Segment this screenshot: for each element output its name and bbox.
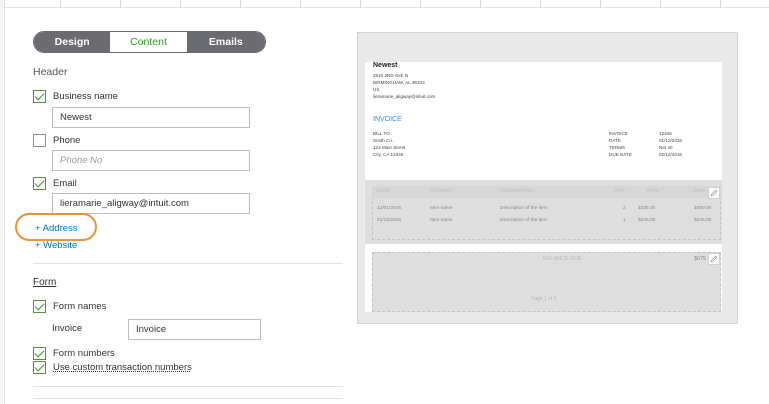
section-divider bbox=[33, 263, 343, 264]
table-cell: Description of the item bbox=[500, 218, 548, 223]
form-names-label: Form names bbox=[53, 301, 107, 312]
add-address-link[interactable]: + Address bbox=[35, 223, 78, 234]
tab-design[interactable]: Design bbox=[34, 32, 111, 52]
email-checkbox[interactable] bbox=[33, 177, 46, 190]
invoice-name-input[interactable]: Invoice bbox=[128, 319, 261, 340]
table-cell: $225.00 bbox=[638, 206, 656, 211]
table-cell: $450.00 bbox=[694, 206, 712, 211]
balance-due-value: $675 bbox=[694, 256, 707, 262]
edit-footer-pencil-icon[interactable] bbox=[708, 253, 720, 265]
custom-numbers-checkbox[interactable] bbox=[33, 361, 46, 374]
preview-table-header-row bbox=[372, 186, 721, 198]
balance-due-label: BALANCE DUE bbox=[543, 256, 582, 262]
preview-company-name: Newest bbox=[373, 62, 398, 69]
table-cell: Description of the item bbox=[500, 206, 548, 211]
page-number-label: Page 1 of 1 bbox=[531, 296, 557, 302]
phone-label: Phone bbox=[53, 135, 81, 146]
customize-tabs: Design Content Emails bbox=[33, 31, 266, 53]
next-section-edge bbox=[33, 398, 343, 399]
custom-numbers-label: Use custom transaction numbers bbox=[53, 362, 192, 373]
add-website-link[interactable]: + Website bbox=[35, 240, 77, 251]
table-header-amount: AMO bbox=[693, 189, 704, 194]
preview-bill-to-city: City, CA 12345 bbox=[373, 152, 404, 157]
form-numbers-checkbox[interactable] bbox=[33, 347, 46, 360]
phone-checkbox[interactable] bbox=[33, 134, 46, 147]
form-section-title: Form bbox=[33, 277, 57, 288]
form-names-checkbox[interactable] bbox=[33, 300, 46, 313]
table-cell: Item name bbox=[430, 218, 453, 223]
business-name-label: Business name bbox=[53, 91, 118, 102]
table-cell: 2 bbox=[623, 206, 626, 211]
email-label: Email bbox=[53, 178, 77, 189]
table-cell: $225.00 bbox=[638, 218, 656, 223]
left-panel-edge bbox=[0, 0, 5, 404]
preview-address-line-4: lieramarie_aligway@intuit.com bbox=[373, 94, 436, 99]
preview-meta-label: DUE DATE bbox=[609, 152, 632, 157]
invoice-label: Invoice bbox=[52, 323, 83, 334]
form-numbers-label: Form numbers bbox=[53, 348, 115, 359]
table-header-rate: RATE bbox=[647, 189, 660, 194]
tab-content[interactable]: Content bbox=[110, 32, 187, 52]
preview-meta-value: 02/12/2016 bbox=[659, 152, 682, 157]
tab-emails[interactable]: Emails bbox=[186, 32, 265, 52]
business-name-checkbox[interactable] bbox=[33, 90, 46, 103]
preview-doc-title: INVOICE bbox=[373, 116, 402, 123]
section-divider-bottom bbox=[33, 386, 343, 387]
table-cell: 12/01/2016 bbox=[377, 206, 402, 211]
top-ruler bbox=[0, 0, 769, 8]
table-cell: 01/12/2016 bbox=[377, 218, 402, 223]
table-header-qty: QTY bbox=[615, 189, 625, 194]
table-cell: Item name bbox=[430, 206, 453, 211]
phone-input[interactable]: Phone No bbox=[52, 150, 250, 171]
preview-address-line-2: BIRMINGHAM, AL 35203 bbox=[373, 80, 425, 85]
table-header-description: DESCRIPTION bbox=[500, 189, 533, 194]
table-header-date: DATE bbox=[377, 189, 390, 194]
table-cell: $225.00 bbox=[694, 218, 712, 223]
business-name-input[interactable]: Newest bbox=[52, 107, 250, 128]
edit-table-pencil-icon[interactable] bbox=[708, 187, 720, 199]
header-section-title: Header bbox=[33, 66, 68, 78]
table-header-activity: ACTIVITY bbox=[430, 189, 452, 194]
email-input[interactable]: lieramarie_aligway@intuit.com bbox=[52, 193, 250, 214]
table-cell: 1 bbox=[623, 218, 626, 223]
